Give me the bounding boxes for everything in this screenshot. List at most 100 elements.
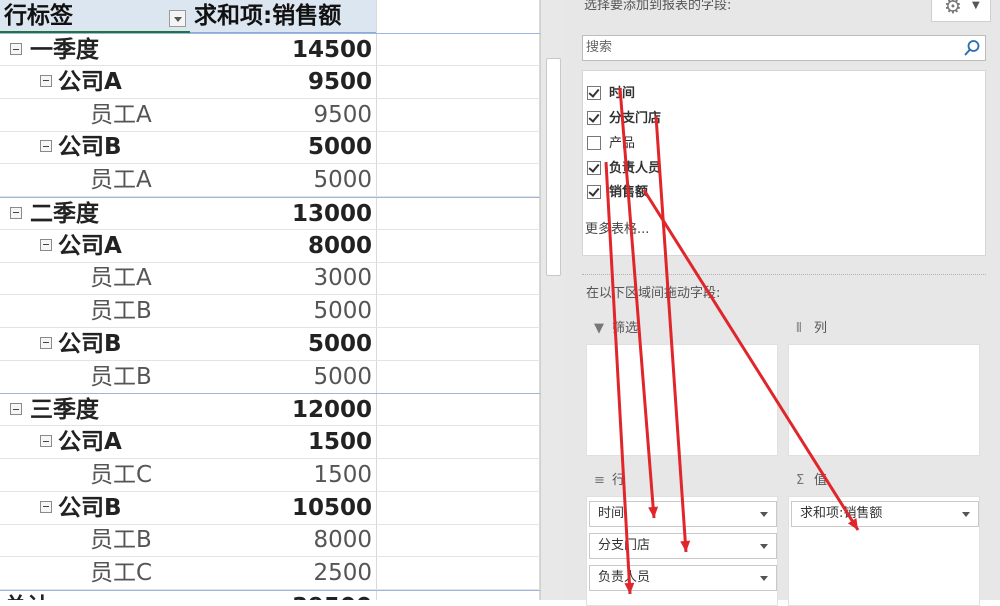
collapse-icon[interactable] <box>10 43 22 55</box>
employee-row[interactable]: 员工A 3000 <box>0 262 540 296</box>
chip-label: 分支门店 <box>598 538 651 553</box>
field-checkbox[interactable] <box>587 136 601 150</box>
row-label: 员工A <box>90 167 152 193</box>
row-label: 员工C <box>90 461 153 488</box>
chevron-down-icon: ▼ <box>972 0 980 11</box>
chevron-down-icon[interactable] <box>962 512 970 517</box>
row-label: 公司B <box>58 134 122 161</box>
company-row[interactable]: 公司A 1500 <box>0 426 540 459</box>
sales-value: 2500 <box>313 560 372 586</box>
field-checkbox[interactable] <box>587 111 601 125</box>
chevron-down-icon[interactable] <box>760 544 768 549</box>
rows-drop-zone[interactable]: 时间 分支门店 负责人员 <box>586 496 778 606</box>
field-label: 分支门店 <box>609 111 662 126</box>
employee-row[interactable]: 员工B 5000 <box>0 361 540 394</box>
quarter-row[interactable]: 三季度 12000 <box>0 393 540 427</box>
row-label: 员工B <box>90 527 152 554</box>
drag-fields-prompt: 在以下区域间拖动字段: <box>586 286 721 301</box>
more-tables-link[interactable]: 更多表格... <box>585 218 649 237</box>
employee-row[interactable]: 员工B 5000 <box>0 295 540 328</box>
search-icon[interactable] <box>963 39 981 57</box>
collapse-icon[interactable] <box>40 336 52 349</box>
grand-total-row[interactable]: 总计 39500 <box>0 589 540 600</box>
sales-value: 39500 <box>190 591 372 600</box>
employee-row[interactable]: 员工A 5000 <box>0 164 540 197</box>
columns-drop-zone[interactable] <box>788 344 980 456</box>
pivot-table: 行标签 求和项:销售额 一季度 14500 公司A 9500 员工A 9500 公司B 500… <box>0 0 540 600</box>
sales-value: 10500 <box>291 494 372 521</box>
rows-field-branch[interactable]: 分支门店 <box>589 533 777 559</box>
chip-label: 负责人员 <box>598 570 651 585</box>
employee-row[interactable]: 员工A 9500 <box>0 99 540 132</box>
collapse-icon[interactable] <box>40 435 52 447</box>
field-search-input[interactable]: 搜索 <box>582 35 986 61</box>
collapse-icon[interactable] <box>40 140 52 153</box>
field-label: 产品 <box>609 136 636 151</box>
values-field-sum-sales[interactable]: 求和项:销售额 <box>791 501 979 527</box>
employee-row[interactable]: 员工C 1500 <box>0 459 540 492</box>
chevron-down-icon[interactable] <box>760 576 768 581</box>
row-labels-header[interactable]: 行标签 <box>4 0 73 32</box>
collapse-icon[interactable] <box>10 206 22 219</box>
row-label: 一季度 <box>30 37 99 63</box>
rows-area-title: ≡ 行 <box>594 470 625 494</box>
pivot-field-list-pane: 选择要添加到报表的字段: ⚙ ▼ 搜索 时间 分支门店 产品 负责人员 销售额 … <box>566 0 1000 606</box>
sum-sales-header[interactable]: 求和项:销售额 <box>194 0 341 32</box>
vertical-scrollbar[interactable] <box>540 0 566 600</box>
sales-value: 12000 <box>291 397 372 424</box>
row-label: 公司A <box>58 429 122 455</box>
rows-label: 行 <box>612 473 626 488</box>
row-label: 二季度 <box>30 200 99 227</box>
scrollbar-thumb[interactable] <box>546 58 561 276</box>
company-row[interactable]: 公司B 10500 <box>0 492 540 525</box>
sales-value: 5000 <box>307 330 372 357</box>
rows-field-time[interactable]: 时间 <box>589 501 777 527</box>
row-label: 公司A <box>58 232 122 259</box>
values-label: 值 <box>814 473 828 488</box>
quarter-row[interactable]: 一季度 14500 <box>0 33 540 66</box>
company-row[interactable]: 公司A 9500 <box>0 66 540 99</box>
filters-drop-zone[interactable] <box>586 344 778 456</box>
field-checkbox[interactable] <box>587 161 601 175</box>
employee-row[interactable]: 员工B 8000 <box>0 524 540 558</box>
sales-value: 9500 <box>307 68 372 95</box>
sales-value: 5000 <box>313 363 372 390</box>
chip-label: 时间 <box>598 506 625 521</box>
company-row[interactable]: 公司B 5000 <box>0 328 540 361</box>
row-label: 总计 <box>4 591 50 600</box>
row-label-filter-dropdown[interactable] <box>169 10 186 27</box>
filters-area-title: ▼ 筛选 <box>594 318 638 342</box>
sales-value: 14500 <box>291 37 372 63</box>
row-label: 公司A <box>58 68 122 95</box>
row-label: 员工B <box>90 298 152 324</box>
sales-value: 5000 <box>307 134 372 161</box>
row-label: 员工A <box>90 265 152 292</box>
rows-field-person[interactable]: 负责人员 <box>589 565 777 591</box>
row-label: 员工C <box>90 560 153 586</box>
quarter-row[interactable]: 二季度 13000 <box>0 196 540 230</box>
field-list-settings-button[interactable]: ⚙ ▼ <box>931 0 991 22</box>
sales-value: 9500 <box>313 101 372 128</box>
field-checkbox[interactable] <box>587 86 601 100</box>
field-label: 销售额 <box>609 185 649 200</box>
collapse-icon[interactable] <box>40 74 52 87</box>
sales-value: 8000 <box>307 232 372 259</box>
search-placeholder: 搜索 <box>586 40 613 55</box>
gear-icon: ⚙ <box>944 0 962 18</box>
rows-icon: ≡ <box>594 473 605 488</box>
company-row[interactable]: 公司B 5000 <box>0 131 540 165</box>
filter-icon: ▼ <box>594 321 604 336</box>
pivot-header-row: 行标签 求和项:销售额 <box>0 0 376 33</box>
collapse-icon[interactable] <box>40 500 52 513</box>
field-select-prompt: 选择要添加到报表的字段: <box>584 0 732 13</box>
chevron-down-icon[interactable] <box>760 512 768 517</box>
values-drop-zone[interactable]: 求和项:销售额 <box>788 496 980 606</box>
employee-row[interactable]: 员工C 2500 <box>0 557 540 590</box>
company-row[interactable]: 公司A 8000 <box>0 230 540 263</box>
field-checkbox[interactable] <box>587 185 601 199</box>
sales-value: 8000 <box>313 527 372 554</box>
collapse-icon[interactable] <box>10 403 22 416</box>
row-label: 公司B <box>58 330 122 357</box>
row-label: 三季度 <box>30 397 99 424</box>
collapse-icon[interactable] <box>40 238 52 251</box>
